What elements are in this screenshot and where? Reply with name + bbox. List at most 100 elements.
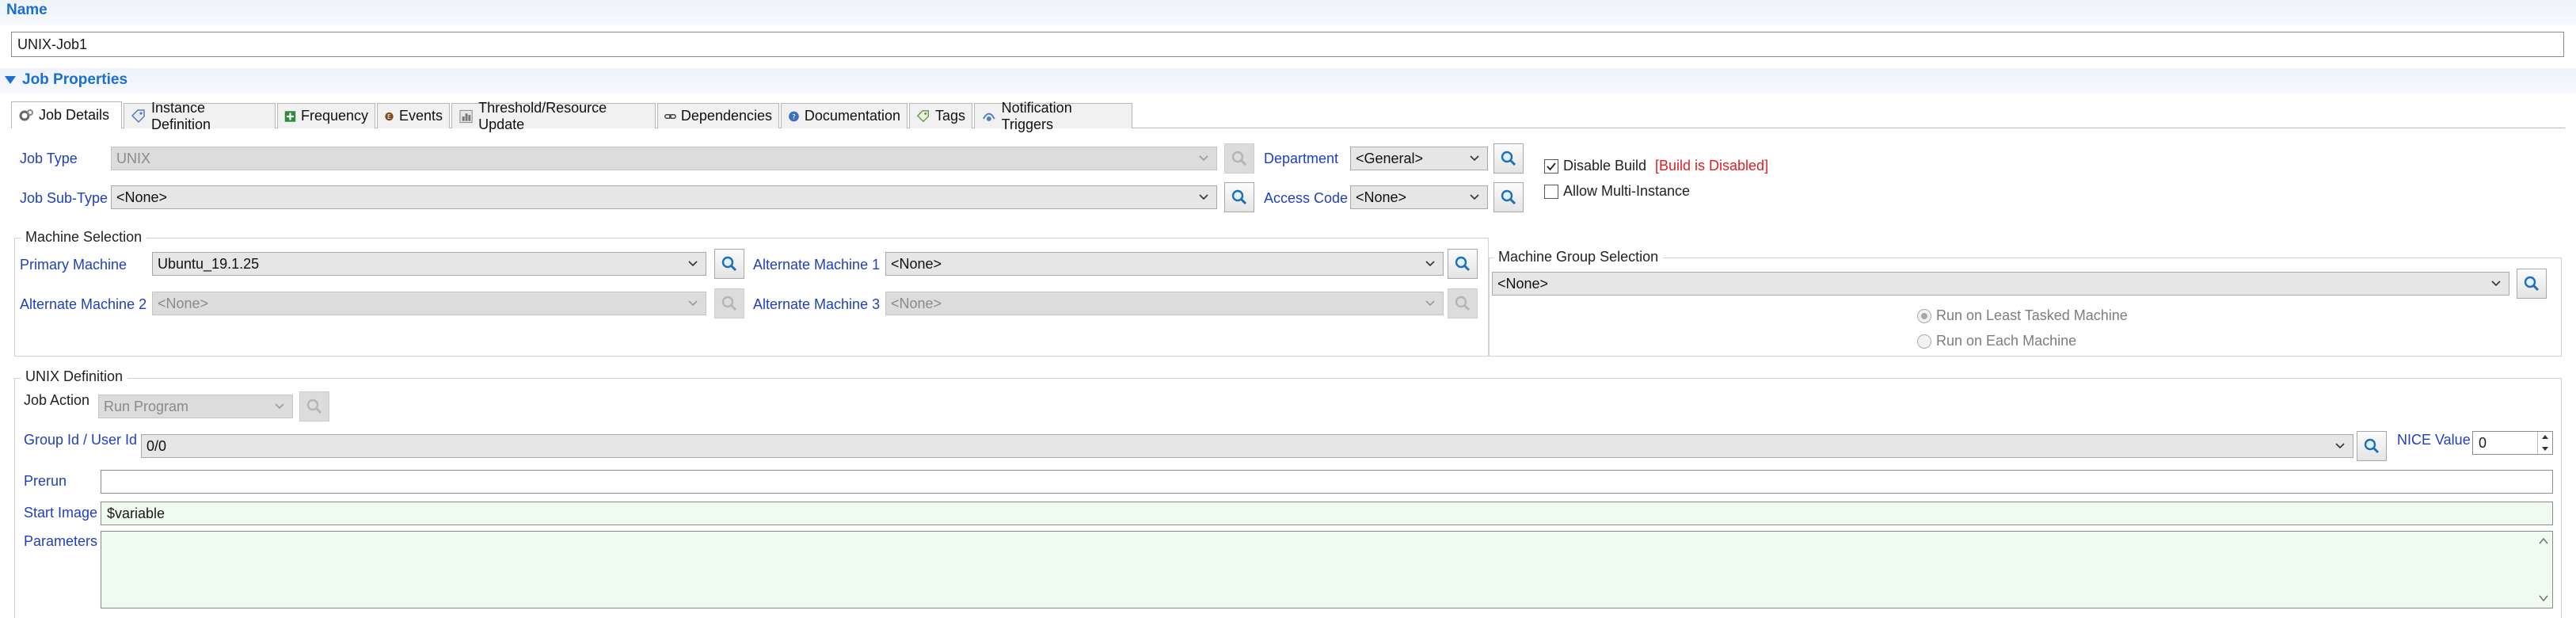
primary-machine-select[interactable]: Ubuntu_19.1.25 (152, 252, 706, 276)
machine-group-selection-title: Machine Group Selection (1493, 249, 1664, 265)
machine-group-select[interactable]: <None> (1492, 272, 2509, 296)
alternate-machine-2-search-button (714, 288, 744, 319)
job-subtype-search-button[interactable] (1224, 182, 1254, 212)
start-image-input[interactable]: $variable (101, 502, 2553, 525)
primary-machine-label: Primary Machine (20, 257, 127, 273)
tab-threshold-resource-update[interactable]: Threshold/Resource Update (451, 100, 656, 132)
chevron-down-icon (275, 403, 284, 410)
tab-label: Tags (934, 108, 965, 124)
chevron-down-icon (1425, 300, 1435, 307)
nice-value-spinner[interactable]: 0 (2472, 431, 2553, 455)
job-action-select: Run Program (98, 395, 293, 418)
tab-documentation[interactable]: ? Documentation (781, 103, 907, 128)
disable-build-checkbox[interactable]: Disable Build (1544, 158, 1646, 174)
alternate-machine-1-select[interactable]: <None> (885, 252, 1444, 276)
nice-value-text: 0 (2479, 434, 2487, 451)
start-image-label: Start Image (24, 505, 98, 521)
nice-value-label: NICE Value (2397, 432, 2471, 448)
scroll-up-icon[interactable] (2538, 536, 2549, 546)
checkbox-unchecked[interactable] (1544, 184, 1558, 199)
job-type-search-button (1224, 143, 1254, 174)
department-value: <General> (1356, 150, 1424, 166)
group-user-id-search-button[interactable] (2357, 431, 2387, 461)
name-section-label: Name (6, 2, 48, 18)
department-label: Department (1264, 151, 1339, 166)
alternate-machine-1-value: <None> (891, 255, 942, 272)
access-code-search-button[interactable] (1493, 182, 1524, 212)
checkbox-checked[interactable] (1544, 158, 1558, 174)
department-search-button[interactable] (1493, 143, 1524, 174)
events-icon: E (385, 112, 394, 120)
prerun-input[interactable] (101, 470, 2553, 494)
spin-down-icon[interactable] (2538, 443, 2552, 454)
scroll-down-icon[interactable] (2538, 593, 2549, 603)
prerun-label: Prerun (24, 473, 67, 489)
allow-multi-instance-label: Allow Multi-Instance (1563, 183, 1691, 199)
chevron-down-icon (2335, 443, 2345, 449)
svg-text:?: ? (792, 113, 796, 121)
tab-job-details[interactable]: Job Details (11, 101, 122, 128)
primary-machine-value: Ubuntu_19.1.25 (158, 255, 260, 272)
machine-selection-title: Machine Selection (21, 229, 147, 246)
group-user-id-select[interactable]: 0/0 (141, 434, 2353, 458)
department-select[interactable]: <General> (1350, 147, 1488, 170)
job-action-label: Job Action (24, 392, 90, 408)
search-icon (1501, 151, 1516, 166)
job-type-value: UNIX (116, 150, 151, 166)
tab-label: Frequency (300, 108, 368, 124)
job-subtype-select[interactable]: <None> (111, 185, 1217, 209)
access-code-label: Access Code (1264, 190, 1349, 206)
alternate-machine-2-label: Alternate Machine 2 (20, 296, 147, 312)
primary-machine-search-button[interactable] (714, 249, 744, 279)
run-least-tasked-label: Run on Least Tasked Machine (1936, 307, 2128, 323)
machine-group-value: <None> (1497, 275, 1549, 292)
tab-label: Events (398, 108, 443, 124)
chain-icon (664, 113, 676, 119)
search-icon (721, 256, 737, 272)
notification-icon (983, 113, 995, 121)
run-least-tasked-radio: Run on Least Tasked Machine (1917, 307, 2128, 324)
collapse-triangle-icon[interactable] (5, 76, 16, 86)
tab-label: Threshold/Resource Update (478, 99, 607, 132)
tab-events[interactable]: E Events (377, 103, 450, 128)
tab-instance-definition[interactable]: Instance Definition (124, 100, 276, 132)
tag-icon (131, 109, 145, 123)
alternate-machine-1-search-button[interactable] (1448, 249, 1478, 279)
spin-up-icon[interactable] (2538, 432, 2552, 443)
tab-label: Documentation (804, 108, 900, 124)
tab-frequency[interactable]: Frequency (277, 103, 375, 128)
alternate-machine-3-value: <None> (891, 295, 942, 311)
tab-notification-triggers[interactable]: Notification Triggers (974, 100, 1132, 132)
search-icon (2524, 276, 2540, 292)
parameters-textarea[interactable] (101, 531, 2553, 608)
access-code-select[interactable]: <None> (1350, 185, 1488, 209)
alternate-machine-3-search-button (1448, 288, 1478, 319)
chevron-down-icon (1470, 155, 1479, 162)
radio-unselected (1917, 334, 1931, 349)
alternate-machine-2-value: <None> (158, 295, 209, 311)
job-subtype-value: <None> (116, 189, 168, 205)
allow-multi-instance-checkbox[interactable]: Allow Multi-Instance (1544, 183, 1690, 200)
search-icon (1231, 151, 1247, 166)
tab-dependencies[interactable]: Dependencies (657, 103, 779, 128)
job-action-search-button (299, 391, 329, 422)
tab-label: Instance Definition (150, 99, 211, 132)
alternate-machine-1-label: Alternate Machine 1 (753, 257, 881, 273)
group-user-id-value: 0/0 (146, 437, 167, 454)
radio-selected (1917, 308, 1931, 323)
gears-icon (19, 109, 33, 120)
chevron-down-icon (1425, 261, 1435, 267)
job-properties-header[interactable] (0, 68, 2576, 93)
svg-text:E: E (387, 113, 391, 120)
tab-tags[interactable]: Tags (909, 103, 972, 128)
disable-build-label: Disable Build (1563, 158, 1647, 174)
job-name-input[interactable]: UNIX-Job1 (11, 32, 2564, 57)
parameters-label: Parameters (24, 533, 98, 549)
plus-calendar-icon (284, 110, 296, 122)
spinner-arrows[interactable] (2537, 432, 2552, 454)
machine-group-search-button[interactable] (2517, 269, 2547, 299)
run-each-machine-radio: Run on Each Machine (1917, 333, 2076, 349)
run-each-machine-label: Run on Each Machine (1936, 333, 2077, 349)
chevron-down-icon (1199, 155, 1208, 162)
chevron-down-icon (1199, 194, 1208, 200)
